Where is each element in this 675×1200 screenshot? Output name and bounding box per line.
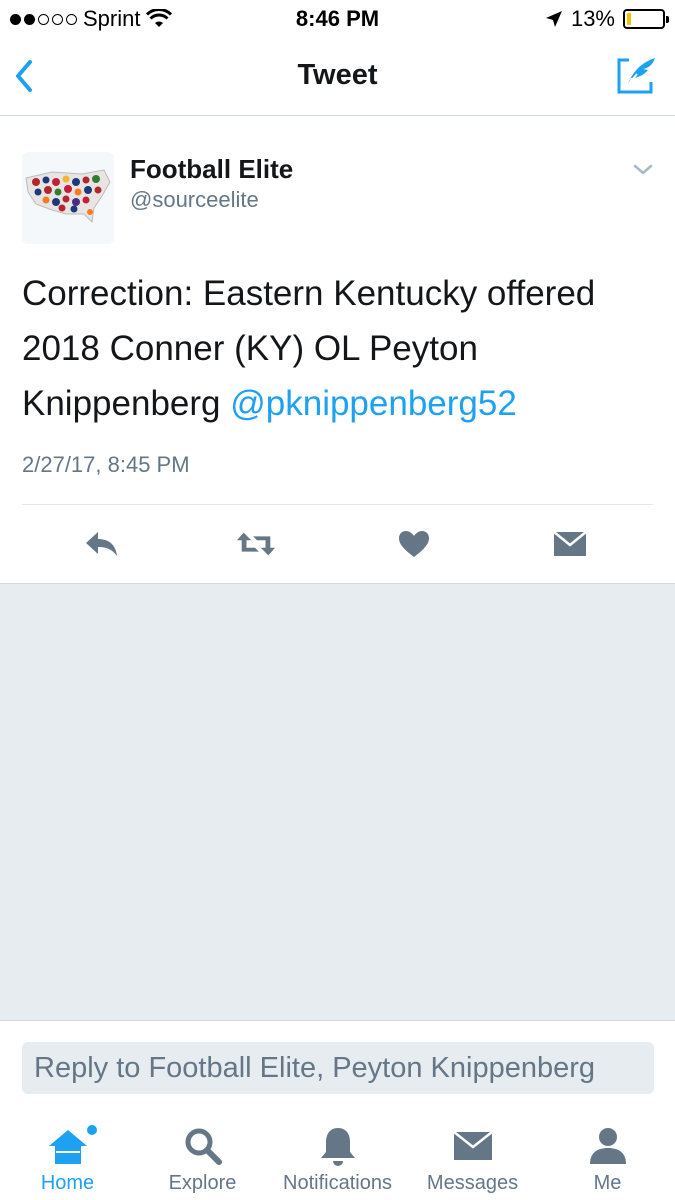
new-content-badge xyxy=(87,1125,97,1135)
direct-message-button[interactable] xyxy=(550,526,590,562)
tab-notifications[interactable]: Notifications xyxy=(270,1104,405,1200)
mention-link[interactable]: @pknippenberg52 xyxy=(230,384,517,423)
tab-label: Messages xyxy=(426,1172,519,1194)
status-bar: Sprint 8:46 PM 13% xyxy=(0,0,675,38)
tab-label: Notifications xyxy=(283,1172,392,1194)
tab-label: Home xyxy=(40,1172,95,1194)
tab-label: Explore xyxy=(168,1172,237,1194)
reply-icon xyxy=(86,532,117,556)
location-arrow-icon xyxy=(545,11,562,27)
divider xyxy=(22,504,653,505)
tab-bar: Home Explore Notifications Messages Me xyxy=(0,1104,675,1200)
author-name[interactable]: Football Elite xyxy=(130,154,293,185)
direct-message-icon xyxy=(553,531,587,556)
replies-area xyxy=(0,584,675,1020)
retweet-icon xyxy=(236,532,276,556)
retweet-button[interactable] xyxy=(236,526,276,562)
search-icon xyxy=(185,1128,222,1165)
page-title: Tweet xyxy=(297,59,378,91)
battery-status: 13% xyxy=(545,6,669,32)
tweet-text: Correction: Eastern Kentucky offered 201… xyxy=(22,266,652,431)
tab-me[interactable]: Me xyxy=(540,1104,675,1200)
navigation-bar: Tweet xyxy=(0,38,675,116)
tweet-detail: Football Elite @sourceelite Correction: … xyxy=(0,116,675,584)
tweet-options-button[interactable] xyxy=(631,158,655,182)
tab-label: Me xyxy=(593,1172,622,1194)
tweet-timestamp: 2/27/17, 8:45 PM xyxy=(22,452,190,477)
like-button[interactable] xyxy=(394,526,434,562)
battery-icon xyxy=(623,9,669,29)
bell-icon xyxy=(320,1128,355,1166)
reply-input[interactable]: Reply to Football Elite, Peyton Knippenb… xyxy=(22,1042,654,1094)
author-handle[interactable]: @sourceelite xyxy=(130,187,259,213)
compose-tweet-button[interactable] xyxy=(615,54,657,96)
home-icon xyxy=(48,1130,87,1164)
reply-composer: Reply to Football Elite, Peyton Knippenb… xyxy=(0,1020,675,1104)
battery-percent: 13% xyxy=(570,6,615,31)
tweet-actions xyxy=(0,516,675,572)
tab-messages[interactable]: Messages xyxy=(405,1104,540,1200)
usa-map-logos-avatar xyxy=(22,152,114,244)
author-avatar[interactable] xyxy=(22,152,114,244)
compose-tweet-icon xyxy=(617,58,655,94)
chevron-down-icon xyxy=(633,164,653,175)
person-icon xyxy=(589,1128,626,1164)
envelope-icon xyxy=(452,1131,493,1160)
tab-explore[interactable]: Explore xyxy=(135,1104,270,1200)
like-icon xyxy=(399,531,429,557)
reply-button[interactable] xyxy=(82,526,122,562)
tab-home[interactable]: Home xyxy=(0,1104,135,1200)
